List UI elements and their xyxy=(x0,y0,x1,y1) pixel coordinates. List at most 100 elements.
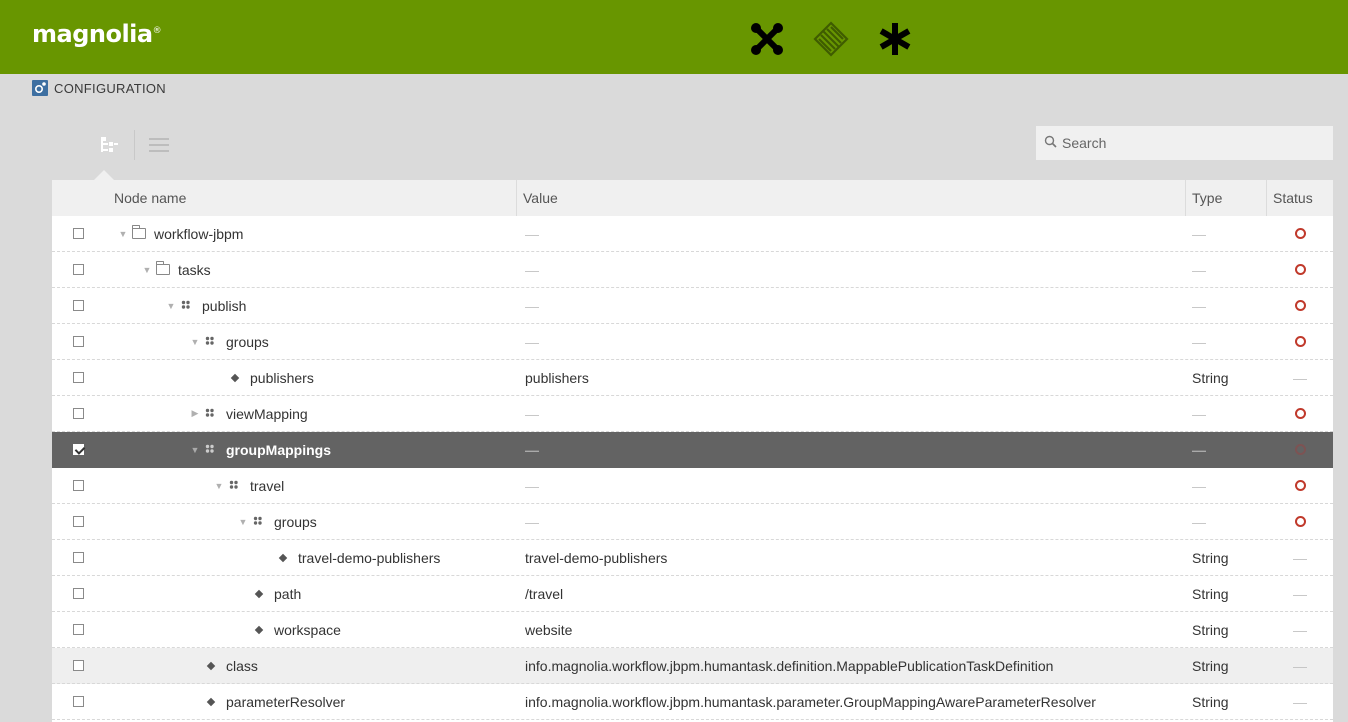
node-type: — xyxy=(1192,333,1206,350)
content-node-icon xyxy=(202,336,220,348)
row-checkbox[interactable] xyxy=(72,660,84,671)
row-checkbox[interactable] xyxy=(72,372,84,383)
logo-text: magnolia xyxy=(32,20,153,48)
node-name: publish xyxy=(202,297,247,314)
expand-collapse-icon[interactable]: ▼ xyxy=(212,481,226,491)
table-row[interactable]: ▼ groups — — xyxy=(52,504,1333,540)
configuration-icon xyxy=(32,80,48,96)
column-header-node-name[interactable]: Node name xyxy=(110,180,517,216)
row-checkbox[interactable] xyxy=(72,552,84,563)
table-row[interactable]: travel-demo-publishers travel-demo-publi… xyxy=(52,540,1333,576)
property-icon xyxy=(274,553,292,562)
node-value: — xyxy=(525,297,539,314)
app-launcher xyxy=(746,18,916,60)
node-value: — xyxy=(525,405,539,422)
row-checkbox[interactable] xyxy=(72,336,84,347)
property-icon xyxy=(202,661,220,670)
tree-view-icon[interactable] xyxy=(90,128,130,162)
content-node-icon xyxy=(178,300,196,312)
column-header-type[interactable]: Type xyxy=(1186,180,1267,216)
node-type: String xyxy=(1192,585,1229,602)
node-name: path xyxy=(274,585,302,602)
node-status: — xyxy=(1293,585,1307,602)
node-type: — xyxy=(1192,477,1206,494)
expand-collapse-icon[interactable]: ▼ xyxy=(140,265,154,275)
header-select-column xyxy=(52,180,110,216)
logo-mark: ® xyxy=(152,26,162,36)
node-status: — xyxy=(1293,657,1307,674)
content-node-icon xyxy=(202,408,220,420)
list-view-icon[interactable] xyxy=(139,128,179,162)
expand-collapse-icon[interactable]: ▼ xyxy=(116,229,130,239)
table-row[interactable]: ▼ groups — — xyxy=(52,324,1333,360)
row-checkbox[interactable] xyxy=(72,228,84,239)
node-status: — xyxy=(1293,621,1307,638)
node-value: travel-demo-publishers xyxy=(525,549,668,566)
node-type: — xyxy=(1192,297,1206,314)
row-checkbox-checked[interactable] xyxy=(72,444,84,455)
expand-collapse-icon[interactable]: ▼ xyxy=(188,445,202,455)
node-name: viewMapping xyxy=(226,405,308,422)
expand-collapse-icon[interactable]: ▶ xyxy=(188,408,202,419)
table-row[interactable]: ▼ travel — — xyxy=(52,468,1333,504)
node-value: — xyxy=(525,477,539,494)
node-name: travel xyxy=(250,477,285,494)
breadcrumb-label: CONFIGURATION xyxy=(54,80,166,96)
active-view-pointer xyxy=(94,170,114,180)
node-name: tasks xyxy=(178,261,211,278)
row-checkbox[interactable] xyxy=(72,516,84,527)
search-icon xyxy=(1044,135,1058,152)
table-row[interactable]: path /travel String — xyxy=(52,576,1333,612)
asterisk-icon[interactable] xyxy=(874,18,916,60)
search-box[interactable] xyxy=(1036,126,1333,160)
node-value: — xyxy=(525,333,539,350)
row-checkbox[interactable] xyxy=(72,696,84,707)
table-row[interactable]: ▶ viewMapping — — xyxy=(52,396,1333,432)
row-checkbox[interactable] xyxy=(72,408,84,419)
view-toggle xyxy=(90,128,179,162)
node-status: — xyxy=(1293,693,1307,710)
node-name: groups xyxy=(274,513,317,530)
node-tree-table: Node name Value Type Status ▼ workflow-j… xyxy=(52,180,1333,722)
row-checkbox[interactable] xyxy=(72,624,84,635)
node-type: — xyxy=(1192,405,1206,422)
node-type: String xyxy=(1192,369,1229,386)
node-type: — xyxy=(1192,225,1206,242)
expand-collapse-icon[interactable]: ▼ xyxy=(164,301,178,311)
row-checkbox[interactable] xyxy=(72,264,84,275)
table-row[interactable]: ▼ publish — — xyxy=(52,288,1333,324)
expand-collapse-icon[interactable]: ▼ xyxy=(236,517,250,527)
node-value: — xyxy=(525,441,539,458)
status-unpublished-icon xyxy=(1294,300,1306,311)
status-unpublished-icon xyxy=(1294,408,1306,419)
search-input[interactable] xyxy=(1062,135,1322,151)
content-node-icon xyxy=(202,444,220,456)
node-type: String xyxy=(1192,693,1229,710)
table-row[interactable]: ▼ tasks — — xyxy=(52,252,1333,288)
node-name: groups xyxy=(226,333,269,350)
node-type: String xyxy=(1192,549,1229,566)
magnolia-logo[interactable]: magnolia® xyxy=(32,20,162,48)
table-row[interactable]: workspace website String — xyxy=(52,612,1333,648)
node-value: /travel xyxy=(525,585,564,602)
node-value: — xyxy=(525,513,539,530)
cross-nodes-icon[interactable] xyxy=(746,18,788,60)
expand-collapse-icon[interactable]: ▼ xyxy=(188,337,202,347)
diamond-lines-icon[interactable] xyxy=(810,18,852,60)
node-value: info.magnolia.workflow.jbpm.humantask.de… xyxy=(525,657,1054,674)
row-checkbox[interactable] xyxy=(72,300,84,311)
column-header-status[interactable]: Status xyxy=(1267,180,1333,216)
node-name: workflow-jbpm xyxy=(154,225,244,242)
node-type: — xyxy=(1192,441,1206,458)
status-unpublished-icon xyxy=(1294,516,1306,527)
node-name: travel-demo-publishers xyxy=(298,549,441,566)
row-checkbox[interactable] xyxy=(72,588,84,599)
row-checkbox[interactable] xyxy=(72,480,84,491)
table-row[interactable]: publishers publishers String — xyxy=(52,360,1333,396)
status-unpublished-icon xyxy=(1294,480,1306,491)
table-row[interactable]: class info.magnolia.workflow.jbpm.humant… xyxy=(52,648,1333,684)
table-row[interactable]: parameterResolver info.magnolia.workflow… xyxy=(52,684,1333,720)
table-row-selected[interactable]: ▼ groupMappings — — xyxy=(52,432,1333,468)
table-row[interactable]: ▼ workflow-jbpm — — xyxy=(52,216,1333,252)
column-header-value[interactable]: Value xyxy=(517,180,1186,216)
